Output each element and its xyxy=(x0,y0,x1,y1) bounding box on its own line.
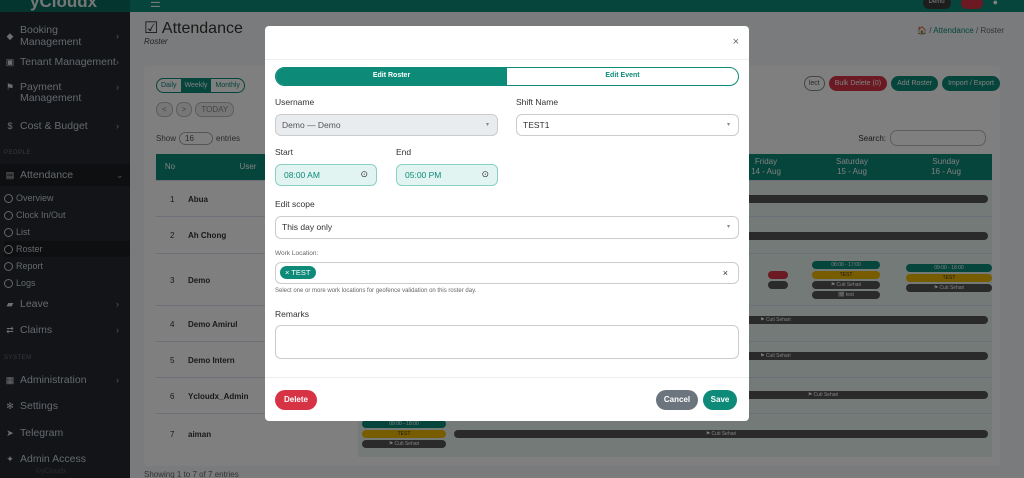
shift-name-label: Shift Name xyxy=(516,97,559,107)
cancel-button[interactable]: Cancel xyxy=(656,390,698,410)
start-label: Start xyxy=(275,147,293,157)
divider xyxy=(265,59,749,60)
tab-edit-event[interactable]: Edit Event xyxy=(507,68,738,85)
start-time-input[interactable]: 08:00 AM ⊙ xyxy=(275,164,377,186)
username-select[interactable]: Demo — Demo ▾ xyxy=(275,114,498,136)
clock-icon[interactable]: ⊙ xyxy=(481,169,489,180)
work-location-help: Select one or more work locations for ge… xyxy=(275,288,477,294)
chevron-down-icon: ▾ xyxy=(726,224,730,230)
end-time-input[interactable]: 05:00 PM ⊙ xyxy=(396,164,498,186)
close-icon[interactable]: × xyxy=(733,36,739,48)
tab-edit-roster[interactable]: Edit Roster xyxy=(276,68,507,85)
modal-tabs: Edit Roster Edit Event xyxy=(275,67,739,86)
shift-name-select[interactable]: TEST1 ▾ xyxy=(516,114,739,136)
work-location-select[interactable]: × TEST × xyxy=(275,262,739,284)
remarks-textarea[interactable] xyxy=(275,325,739,359)
location-tag[interactable]: × TEST xyxy=(280,266,316,279)
delete-button[interactable]: Delete xyxy=(275,390,317,410)
clear-icon[interactable]: × xyxy=(723,268,728,278)
clock-icon[interactable]: ⊙ xyxy=(360,169,368,180)
chevron-down-icon: ▾ xyxy=(485,122,489,128)
username-label: Username xyxy=(275,97,315,107)
edit-scope-select[interactable]: This day only ▾ xyxy=(275,216,739,239)
chevron-down-icon: ▾ xyxy=(726,122,730,128)
edit-roster-modal: × Edit Roster Edit Event Username Demo —… xyxy=(265,26,749,421)
divider xyxy=(265,377,749,378)
remarks-label: Remarks xyxy=(275,309,310,319)
edit-scope-label: Edit scope xyxy=(275,199,315,209)
work-location-label: Work Location: xyxy=(275,250,319,257)
end-label: End xyxy=(396,147,412,157)
save-button[interactable]: Save xyxy=(703,390,737,410)
